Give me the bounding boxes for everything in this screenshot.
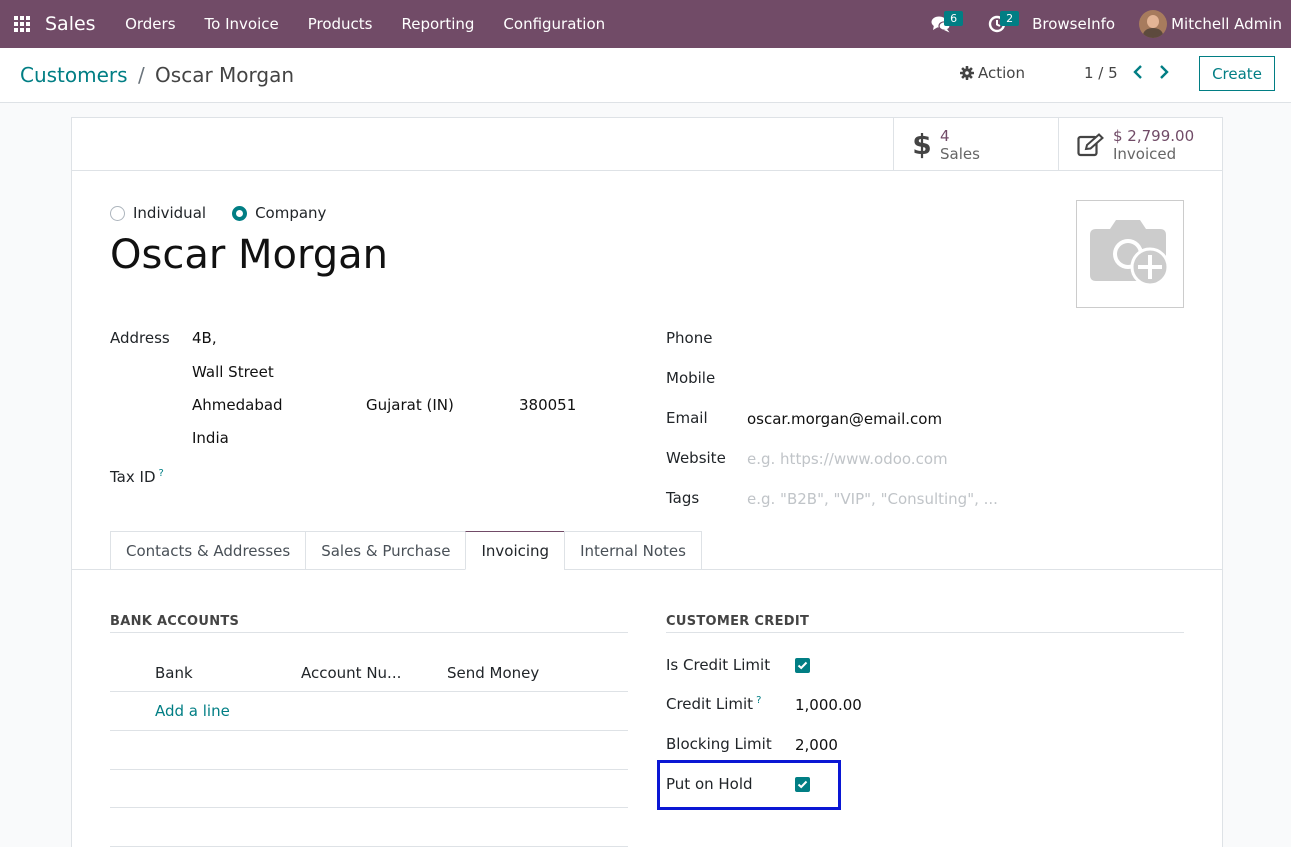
tax-id-label: Tax ID? bbox=[110, 468, 164, 486]
phone-label: Phone bbox=[666, 329, 713, 347]
activities-button[interactable]: 2 bbox=[976, 0, 1020, 48]
user-menu[interactable]: Mitchell Admin bbox=[1139, 10, 1282, 38]
zip-field[interactable]: 380051 bbox=[519, 396, 576, 414]
camera-add-icon bbox=[1090, 220, 1170, 287]
action-label: Action bbox=[978, 64, 1025, 82]
action-button[interactable]: Action bbox=[960, 64, 1025, 82]
invoiced-label: Invoiced bbox=[1113, 144, 1177, 163]
column-account-number[interactable]: Account Nu... bbox=[301, 664, 401, 682]
website-field[interactable]: e.g. https://www.odoo.com bbox=[747, 450, 948, 468]
sales-count: 4 bbox=[940, 126, 950, 145]
pager-next-button[interactable] bbox=[1158, 64, 1170, 84]
menu-products[interactable]: Products bbox=[293, 0, 387, 48]
notebook-tabs: Contacts & Addresses Sales & Purchase In… bbox=[110, 531, 702, 570]
bank-accounts-divider bbox=[110, 632, 628, 633]
top-navbar: Sales Orders To Invoice Products Reporti… bbox=[0, 0, 1291, 48]
form-sheet: $ 4 Sales $ 2,799.00 Invoiced Individual… bbox=[71, 117, 1223, 847]
main-menu: Orders To Invoice Products Reporting Con… bbox=[111, 0, 620, 48]
put-on-hold-checkbox[interactable] bbox=[795, 777, 810, 792]
menu-configuration[interactable]: Configuration bbox=[489, 0, 620, 48]
breadcrumb-customers[interactable]: Customers bbox=[20, 63, 128, 87]
partner-name-field[interactable]: Oscar Morgan bbox=[110, 232, 388, 278]
breadcrumb-separator: / bbox=[137, 63, 145, 87]
country-field[interactable]: India bbox=[192, 429, 229, 447]
activities-count-badge: 2 bbox=[1000, 11, 1020, 26]
company-type-radio-group: Individual Company bbox=[110, 204, 352, 222]
tax-id-help-icon[interactable]: ? bbox=[159, 468, 164, 479]
smart-button-box: $ 4 Sales $ 2,799.00 Invoiced bbox=[72, 118, 1222, 171]
systray: 6 2 BrowseInfo Mitchell Admin bbox=[920, 0, 1291, 48]
sales-stat-button[interactable]: $ 4 Sales bbox=[893, 118, 1058, 171]
sales-label: Sales bbox=[940, 144, 980, 163]
website-label: Website bbox=[666, 449, 726, 467]
dollar-icon: $ bbox=[914, 130, 930, 160]
individual-radio-label[interactable]: Individual bbox=[133, 204, 206, 222]
gear-icon bbox=[960, 66, 974, 80]
column-bank[interactable]: Bank bbox=[155, 664, 193, 682]
add-a-line-button[interactable]: Add a line bbox=[155, 702, 230, 720]
street-field[interactable]: 4B, bbox=[192, 329, 217, 347]
checkmark-icon bbox=[797, 661, 808, 670]
invoiced-amount: $ 2,799.00 bbox=[1113, 126, 1195, 145]
edit-icon bbox=[1077, 132, 1104, 156]
email-field[interactable]: oscar.morgan@email.com bbox=[747, 410, 942, 428]
pager-previous-button[interactable] bbox=[1132, 64, 1144, 84]
messages-button[interactable]: 6 bbox=[920, 0, 964, 48]
invoiced-stat-button[interactable]: $ 2,799.00 Invoiced bbox=[1058, 118, 1222, 171]
customer-credit-title: CUSTOMER CREDIT bbox=[666, 614, 810, 629]
tab-internal-notes[interactable]: Internal Notes bbox=[564, 531, 702, 570]
apps-menu-icon[interactable] bbox=[0, 0, 44, 48]
menu-to-invoice[interactable]: To Invoice bbox=[190, 0, 293, 48]
individual-radio[interactable] bbox=[110, 205, 125, 221]
blocking-limit-label: Blocking Limit bbox=[666, 735, 772, 753]
is-credit-limit-checkbox[interactable] bbox=[795, 658, 810, 673]
bank-accounts-title: BANK ACCOUNTS bbox=[110, 614, 240, 629]
is-credit-limit-label: Is Credit Limit bbox=[666, 656, 771, 674]
checkmark-icon bbox=[797, 780, 808, 789]
address-label: Address bbox=[110, 329, 170, 347]
breadcrumb-current: Oscar Morgan bbox=[155, 63, 295, 87]
state-field[interactable]: Gujarat (IN) bbox=[366, 396, 454, 414]
put-on-hold-label: Put on Hold bbox=[666, 775, 753, 793]
company-radio-label[interactable]: Company bbox=[255, 204, 326, 222]
table-row bbox=[110, 807, 628, 808]
city-field[interactable]: Ahmedabad bbox=[192, 396, 283, 414]
user-avatar bbox=[1139, 10, 1168, 38]
table-header-divider bbox=[110, 691, 628, 692]
table-row bbox=[110, 769, 628, 770]
control-panel: Customers / Oscar Morgan Action 1 / 5 Cr… bbox=[0, 48, 1291, 103]
tab-sales-purchase[interactable]: Sales & Purchase bbox=[305, 531, 467, 570]
column-send-money[interactable]: Send Money bbox=[447, 664, 539, 682]
mobile-label: Mobile bbox=[666, 369, 716, 387]
menu-orders[interactable]: Orders bbox=[111, 0, 190, 48]
chevron-right-icon bbox=[1160, 65, 1169, 79]
tags-field[interactable]: e.g. "B2B", "VIP", "Consulting", ... bbox=[747, 490, 998, 508]
credit-limit-label: Credit Limit? bbox=[666, 695, 762, 713]
company-radio[interactable] bbox=[232, 205, 248, 221]
street2-field[interactable]: Wall Street bbox=[192, 363, 274, 381]
browseinfo-menu[interactable]: BrowseInfo bbox=[1032, 15, 1115, 33]
table-row bbox=[110, 730, 628, 731]
user-name: Mitchell Admin bbox=[1171, 15, 1282, 33]
create-button[interactable]: Create bbox=[1199, 56, 1275, 91]
pager-value[interactable]: 1 / 5 bbox=[1084, 64, 1118, 82]
svg-text:$: $ bbox=[914, 130, 930, 160]
app-name[interactable]: Sales bbox=[45, 13, 96, 35]
tab-invoicing[interactable]: Invoicing bbox=[465, 531, 566, 570]
form-workspace: $ 4 Sales $ 2,799.00 Invoiced Individual… bbox=[0, 103, 1291, 847]
messages-count-badge: 6 bbox=[944, 11, 964, 26]
customer-credit-divider bbox=[666, 632, 1184, 633]
partner-image-upload[interactable] bbox=[1076, 200, 1184, 308]
credit-limit-field[interactable]: 1,000.00 bbox=[795, 696, 862, 714]
chevron-left-icon bbox=[1133, 65, 1142, 79]
blocking-limit-field[interactable]: 2,000 bbox=[795, 736, 838, 754]
credit-limit-help-icon[interactable]: ? bbox=[756, 695, 761, 706]
breadcrumb: Customers / Oscar Morgan bbox=[20, 63, 294, 87]
tags-label: Tags bbox=[666, 489, 700, 507]
tab-contacts-addresses[interactable]: Contacts & Addresses bbox=[110, 531, 307, 570]
menu-reporting[interactable]: Reporting bbox=[387, 0, 489, 48]
email-label: Email bbox=[666, 409, 708, 427]
